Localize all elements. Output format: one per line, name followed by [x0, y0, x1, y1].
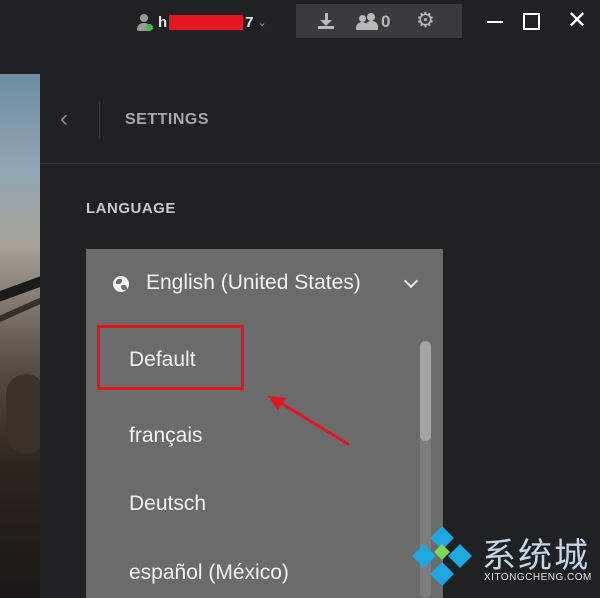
title-bar: h 7 ⌄ 0 ⚙ ✕ — [0, 0, 600, 74]
username-end: 7 — [245, 13, 254, 31]
maximize-icon — [522, 12, 540, 30]
background-artwork — [0, 74, 40, 598]
language-option[interactable]: español (México) — [129, 561, 289, 585]
minimize-button[interactable] — [482, 8, 508, 34]
language-option[interactable]: français — [129, 424, 203, 448]
scrollbar-thumb[interactable] — [420, 341, 431, 441]
minimize-icon — [487, 21, 503, 23]
section-label: LANGUAGE — [86, 200, 176, 217]
language-select-current[interactable]: English (United States) — [86, 249, 443, 315]
globe-icon — [113, 276, 129, 292]
close-button[interactable]: ✕ — [564, 8, 590, 34]
close-icon: ✕ — [566, 7, 588, 34]
username-start: h — [158, 13, 168, 31]
maximize-button[interactable] — [518, 8, 544, 34]
back-icon[interactable]: ‹ — [60, 107, 74, 131]
download-icon[interactable] — [318, 13, 334, 30]
user-menu[interactable]: h 7 ⌄ — [136, 10, 267, 34]
gear-icon[interactable]: ⚙ — [416, 10, 435, 32]
watermark: 系统城 XITONGCHENG.COM — [410, 522, 600, 598]
watermark-logo-icon — [412, 526, 472, 586]
user-status-icon — [136, 13, 153, 31]
username-redaction — [169, 14, 244, 30]
chevron-down-icon: ⌄ — [257, 16, 267, 29]
watermark-brand-en: XITONGCHENG.COM — [484, 572, 592, 583]
highlight-box — [97, 325, 244, 390]
language-option[interactable]: Deutsch — [129, 492, 206, 516]
annotation-arrow-icon — [268, 396, 350, 446]
selected-language: English (United States) — [146, 271, 361, 294]
toolbar: 0 ⚙ — [296, 4, 462, 38]
chevron-down-icon — [403, 273, 419, 289]
friends-icon[interactable] — [356, 13, 378, 30]
friends-count: 0 — [381, 12, 391, 31]
divider — [40, 163, 600, 164]
watermark-brand-cn: 系统城 — [482, 536, 590, 576]
divider — [99, 102, 100, 138]
page-title: SETTINGS — [125, 111, 210, 128]
